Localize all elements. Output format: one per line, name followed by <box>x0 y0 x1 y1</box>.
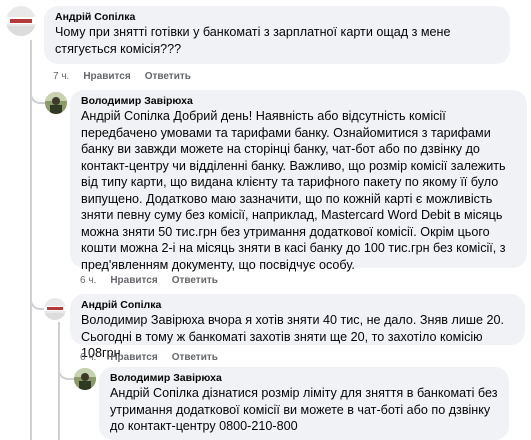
comment-author[interactable]: Володимир Завірюха <box>110 372 498 385</box>
reply-button[interactable]: Ответить <box>172 352 218 364</box>
avatar[interactable] <box>45 92 67 114</box>
thread-connector-3 <box>58 362 74 380</box>
comment-author[interactable]: Андрій Сопілка <box>55 11 499 24</box>
comment-author[interactable]: Володимир Завірюха <box>81 95 516 108</box>
comment-actions: 7 ч. Нравится Ответить <box>53 71 191 83</box>
comment-timestamp[interactable]: 7 ч. <box>53 71 69 83</box>
mention-link[interactable]: Володимир Завірюха <box>81 313 205 327</box>
comment-body: Добрий день! Наявність або відсутність к… <box>81 109 506 272</box>
comment-bubble: Андрій Сопілка Чому при знятті готівки у… <box>44 6 510 64</box>
like-button[interactable]: Нравится <box>83 71 130 83</box>
avatar[interactable] <box>6 6 36 36</box>
avatar[interactable] <box>44 298 66 320</box>
comment-bubble: Володимир Завірюха Андрій Сопілка Добрий… <box>70 90 527 272</box>
comment-text: Андрій Сопілка дізнатися розмір ліміту д… <box>110 385 498 435</box>
thread-line-nested <box>58 322 60 440</box>
comment-actions: 6 ч. Нравится Ответить <box>80 352 218 364</box>
comment-author[interactable]: Андрій Сопілка <box>81 299 514 312</box>
like-button[interactable]: Нравится <box>110 352 157 364</box>
mention-link[interactable]: Андрій Сопілка <box>110 386 199 400</box>
comment-timestamp[interactable]: 6 ч. <box>80 352 96 364</box>
thread-connector-1 <box>30 88 46 104</box>
avatar[interactable] <box>74 368 96 390</box>
comment-actions: 6 ч. Нравится Ответить <box>80 275 218 287</box>
comment-bubble: Володимир Завірюха Андрій Сопілка дізнат… <box>99 367 509 440</box>
mention-link[interactable]: Андрій Сопілка <box>81 109 170 123</box>
comment-text: Андрій Сопілка Добрий день! Наявність аб… <box>81 108 516 273</box>
comment-timestamp[interactable]: 6 ч. <box>80 275 96 287</box>
like-button[interactable]: Нравится <box>110 275 157 287</box>
comment-text: Чому при знятті готівки у банкоматі з за… <box>55 25 451 56</box>
comment-bubble: Андрій Сопілка Володимир Завірюха вчора … <box>70 294 525 360</box>
reply-button[interactable]: Ответить <box>172 275 218 287</box>
reply-button[interactable]: Ответить <box>145 71 191 83</box>
